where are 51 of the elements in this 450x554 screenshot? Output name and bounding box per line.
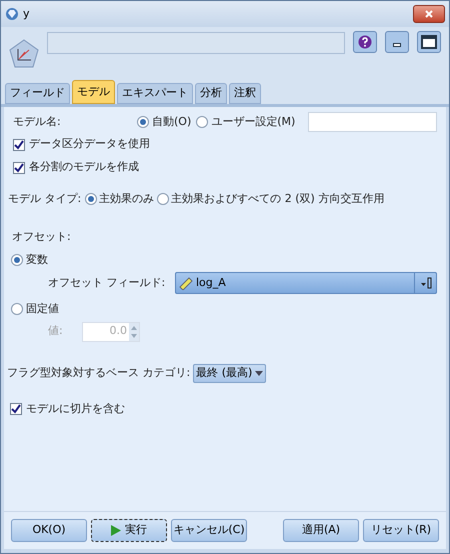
dialog-button[interactable]: キャンセル(C) [171,519,247,542]
radio-label: 変数 [26,252,48,268]
checkbox[interactable] [13,138,25,150]
model-name-label: モデル名: [13,114,62,130]
dialog-button[interactable]: OK(O) [11,519,87,542]
radio-button[interactable] [137,116,149,128]
offset-field-label: オフセット フィールド: [48,274,166,291]
dialog-button[interactable]: リセット(R) [363,519,439,542]
chart-node-icon [9,39,39,69]
checkbox-label: データ区分データを使用 [29,136,150,152]
tab[interactable]: エキスパート [117,83,193,104]
diamond-icon [5,7,19,21]
close-icon [424,9,434,19]
radio-label: 主効果およびすべての 2 (双) 方向交互作用 [171,190,384,207]
radio-button[interactable] [11,254,23,266]
radio-label: 固定値 [26,301,59,317]
radio-label: 主効果のみ [99,190,154,207]
ruler-icon [179,276,193,290]
tab[interactable]: フィールド [5,83,70,104]
help-icon [358,35,372,49]
minimize-button[interactable] [385,31,409,53]
checkbox[interactable] [13,162,25,174]
checkbox[interactable] [10,402,22,415]
base-category-dropdown[interactable]: 最終 (最高) [193,364,266,382]
radio-button[interactable] [196,116,208,128]
run-button[interactable]: 実行 [91,519,167,542]
radio-label: 自動(O) [152,114,192,130]
tab[interactable]: 分析 [195,83,227,104]
dialog-button[interactable]: 適用(A) [283,519,359,542]
close-button[interactable] [413,5,445,23]
tab[interactable]: 注釈 [229,83,261,104]
tab[interactable]: モデル [72,80,115,104]
model-type-label: モデル タイプ: [8,190,82,207]
offset-label: オフセット: [12,229,72,245]
name-field[interactable] [47,32,345,54]
radio-button[interactable] [11,303,23,316]
base-category-label: フラグ型対象対するベース カテゴリ: [7,364,190,381]
model-name-field[interactable] [308,112,437,132]
maximize-button[interactable] [417,31,441,53]
play-icon [111,525,121,536]
offset-field-dropdown[interactable]: log_A [175,272,437,294]
value-label: 値: [48,323,64,340]
radio-button[interactable] [157,193,170,205]
window-title: y [23,6,30,22]
checkbox-label: モデルに切片を含む [26,400,125,416]
caret-icon [255,370,264,376]
radio-label: ユーザー設定(M) [211,114,296,130]
help-button[interactable] [353,31,377,53]
radio-button[interactable] [85,193,98,205]
checkbox-label: 各分割のモデルを作成 [29,159,139,176]
dropdown-icon [420,277,432,289]
